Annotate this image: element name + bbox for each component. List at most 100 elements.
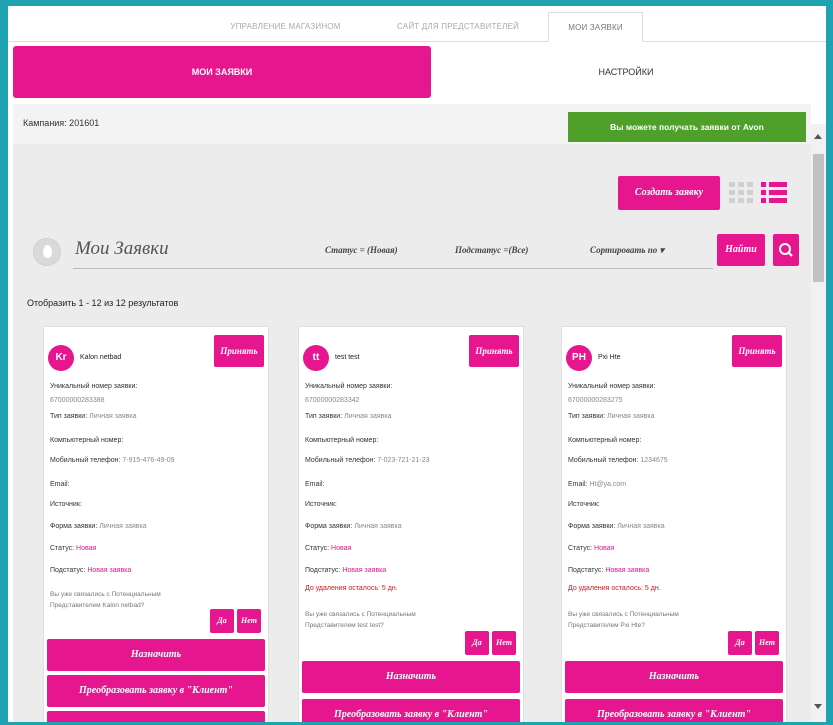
search-button[interactable] <box>773 234 799 266</box>
substatus-label: Подстатус: <box>568 567 604 574</box>
assign-button[interactable]: Назначить <box>565 661 783 693</box>
search-underline <box>73 268 713 269</box>
convert-to-client-button[interactable]: Преобразовать заявку в "Клиент" <box>565 699 783 722</box>
request-card: Kr Kalon netbad Принять Уникальный номер… <box>43 326 269 722</box>
mobile-value: 7-023-721-21-23 <box>377 457 430 464</box>
type-value: Личная заявка <box>344 413 392 420</box>
scroll-down-icon[interactable] <box>814 704 822 709</box>
deletion-label: До удаления осталось: <box>305 585 380 592</box>
mobile-label: Мобильный телефон: <box>50 457 121 464</box>
contact-question: Вы уже связались с Потенциальным Предста… <box>305 611 416 629</box>
form-value: Личная заявка <box>617 523 665 530</box>
results-count: Отобразить 1 - 12 из 12 результатов <box>27 298 179 308</box>
form-label: Форма заявки: <box>50 523 98 530</box>
substatus-label: Подстатус: <box>50 567 86 574</box>
status-value: Новая <box>331 545 352 552</box>
computer-no-label: Компьютерный номер: <box>305 437 379 444</box>
yes-button[interactable]: Да <box>465 631 489 655</box>
card-name: Kalon netbad <box>80 354 122 361</box>
source-label: Источник: <box>305 501 337 508</box>
unique-id-value: 67000000283388 <box>50 397 105 404</box>
yes-button[interactable]: Да <box>210 609 234 633</box>
mobile-value: 7-915-476-49-09 <box>122 457 175 464</box>
substatus-value: Новая заявка <box>605 567 650 574</box>
tab-my-requests[interactable]: МОИ ЗАЯВКИ <box>548 12 643 42</box>
card-name: test test <box>335 354 360 361</box>
avatar: Kr <box>48 345 74 371</box>
avon-drop-icon <box>33 238 61 266</box>
substatus-value: Новая заявка <box>342 567 387 574</box>
section-nav: МОИ ЗАЯВКИ НАСТРОЙКИ <box>13 46 821 98</box>
list-view-icon[interactable] <box>761 180 787 204</box>
nav-my-requests[interactable]: МОИ ЗАЯВКИ <box>13 46 431 98</box>
form-value: Личная заявка <box>354 523 402 530</box>
email-label: Email: <box>305 481 325 488</box>
unique-id-value: 67000000283342 <box>305 397 360 404</box>
unique-id-label: Уникальный номер заявки: <box>305 383 393 390</box>
grid-view-icon[interactable] <box>729 182 753 204</box>
scroll-up-icon[interactable] <box>814 134 822 139</box>
deletion-label: До удаления осталось: <box>568 585 643 592</box>
computer-no-label: Компьютерный номер: <box>568 437 642 444</box>
unique-id-label: Уникальный номер заявки: <box>50 383 138 390</box>
unique-id-value: 67000000283275 <box>568 397 623 404</box>
status-filter[interactable]: Статус = (Новая) <box>325 245 398 255</box>
email-label: Email: <box>568 481 588 488</box>
search-row: Мои Заявки Статус = (Новая) Подстатус =(… <box>25 228 799 274</box>
mobile-value: 1234675 <box>640 457 668 464</box>
search-icon <box>779 243 793 257</box>
no-button[interactable]: Нет <box>755 631 779 655</box>
convert-to-client-button[interactable]: Преобразовать заявку в "Клиент" <box>47 675 265 707</box>
avon-status-badge: Вы можете получать заявки от Avon <box>568 112 806 142</box>
no-button[interactable]: Нет <box>237 609 261 633</box>
form-label: Форма заявки: <box>568 523 616 530</box>
substatus-label: Подстатус: <box>305 567 341 574</box>
assign-button[interactable]: Назначить <box>302 661 520 693</box>
accept-button[interactable]: Принять <box>469 335 519 367</box>
contact-question: Вы уже связались с Потенциальным Предста… <box>568 611 679 629</box>
vertical-scrollbar[interactable] <box>811 124 826 722</box>
type-label: Тип заявки: <box>50 413 88 420</box>
status-label: Статус: <box>50 545 75 552</box>
type-value: Личная заявка <box>607 413 655 420</box>
substatus-value: Новая заявка <box>87 567 132 574</box>
email-label: Email: <box>50 481 70 488</box>
contact-question: Вы уже связались с Потенциальным Предста… <box>50 591 161 609</box>
no-button[interactable]: Нет <box>492 631 516 655</box>
convert-to-client-button[interactable]: Преобразовать заявку в "Клиент" <box>302 699 520 722</box>
source-label: Источник: <box>50 501 82 508</box>
assign-button[interactable]: Назначить <box>47 639 265 671</box>
scroll-thumb[interactable] <box>813 154 824 282</box>
status-label: Статус: <box>305 545 330 552</box>
status-value: Новая <box>594 545 615 552</box>
card-name: Pxi Hte <box>598 354 621 361</box>
unique-id-label: Уникальный номер заявки: <box>568 383 656 390</box>
create-request-button[interactable]: Создать заявку <box>618 176 720 210</box>
mobile-label: Мобильный телефон: <box>568 457 639 464</box>
tab-store-management[interactable]: УПРАВЛЕНИЕ МАГАЗИНОМ <box>203 12 368 42</box>
accept-button[interactable]: Принять <box>732 335 782 367</box>
status-value: Новая <box>76 545 97 552</box>
nav-settings[interactable]: НАСТРОЙКИ <box>431 46 821 98</box>
request-card: tt test test Принять Уникальный номер за… <box>298 326 524 722</box>
type-value: Личная заявка <box>89 413 137 420</box>
tab-representatives-site[interactable]: САЙТ ДЛЯ ПРЕДСТАВИТЕЛЕЙ <box>373 12 543 42</box>
accept-button[interactable]: Принять <box>214 335 264 367</box>
form-value: Личная заявка <box>99 523 147 530</box>
email-value: Ht@ya.com <box>589 481 627 488</box>
sort-dropdown[interactable]: Сортировать по ▾ <box>590 245 664 256</box>
form-label: Форма заявки: <box>305 523 353 530</box>
substatus-filter[interactable]: Подстатус =(Все) <box>455 245 528 255</box>
type-label: Тип заявки: <box>568 413 606 420</box>
computer-no-label: Компьютерный номер: <box>50 437 124 444</box>
status-label: Статус: <box>568 545 593 552</box>
request-card: PH Pxi Hte Принять Уникальный номер заяв… <box>561 326 787 722</box>
deletion-value: 5 дн. <box>381 585 398 592</box>
avatar: PH <box>566 345 592 371</box>
find-button[interactable]: Найти <box>717 234 765 266</box>
avatar: tt <box>303 345 329 371</box>
extra-action-button[interactable] <box>47 711 265 722</box>
page-title: Мои Заявки <box>75 238 169 259</box>
type-label: Тип заявки: <box>305 413 343 420</box>
yes-button[interactable]: Да <box>728 631 752 655</box>
